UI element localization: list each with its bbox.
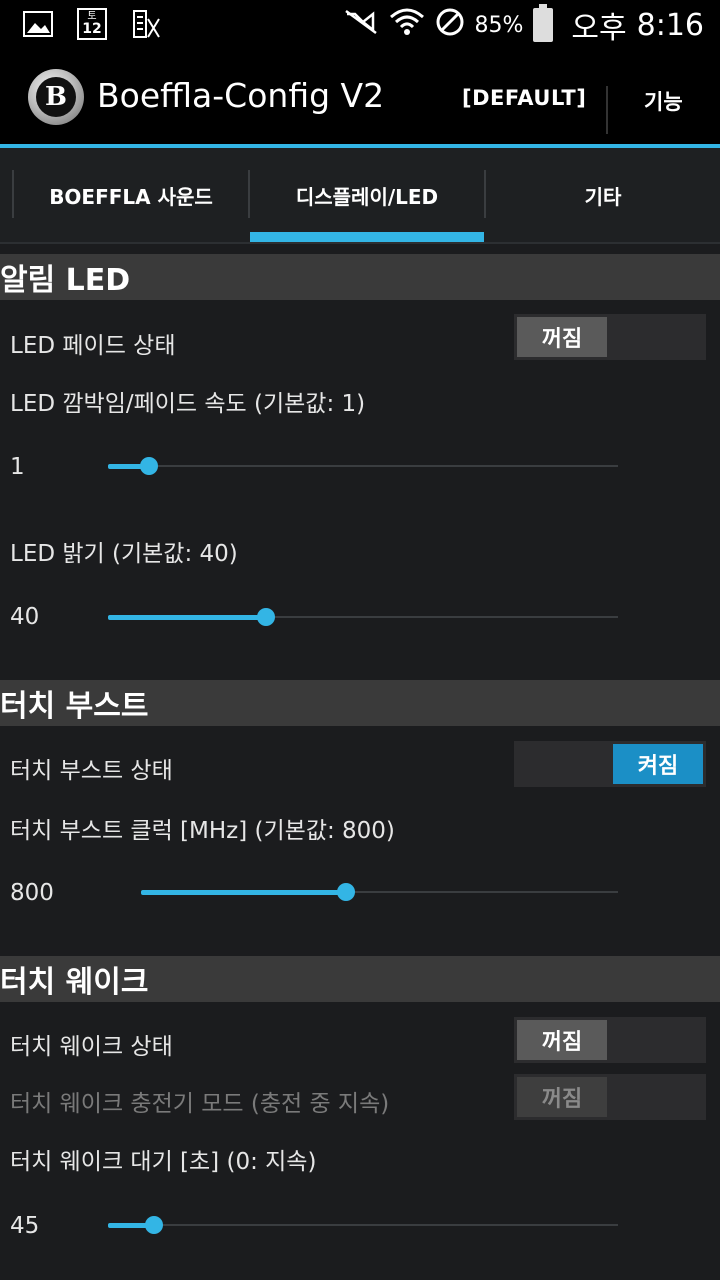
toggle-knob: 꺼짐 bbox=[517, 1077, 607, 1117]
action-bar: B Boeffla-Config V2 [DEFAULT] 기능 bbox=[0, 50, 720, 148]
clock: 8:16 bbox=[636, 7, 704, 43]
slider-fill bbox=[108, 615, 267, 620]
touch-wake-charger-toggle: 꺼짐 bbox=[514, 1074, 706, 1120]
clock-period: 오후 bbox=[571, 11, 627, 46]
calendar-icon: 토 12 bbox=[76, 8, 108, 40]
toggle-knob: 꺼짐 bbox=[517, 1020, 607, 1060]
slider-thumb[interactable] bbox=[337, 883, 356, 901]
toggle-knob: 켜짐 bbox=[613, 744, 703, 784]
section-touch-boost: 터치 부스트 bbox=[0, 680, 720, 726]
tab-boeffla-sound[interactable]: BOEFFLA 사운드 bbox=[14, 148, 248, 242]
touch-wake-charger-label: 터치 웨이크 충전기 모드 (충전 중 지속) bbox=[10, 1091, 390, 1117]
logo-letter: B bbox=[36, 77, 76, 117]
led-speed-label: LED 깜박임/페이드 속도 (기본값: 1) bbox=[10, 391, 366, 417]
led-brightness-label: LED 밝기 (기본값: 40) bbox=[10, 541, 238, 567]
wifi-icon bbox=[389, 7, 425, 44]
tab-bar: BOEFFLA 사운드 디스플레이/LED 기타 bbox=[0, 148, 720, 244]
menu-button[interactable]: 기능 bbox=[644, 86, 683, 116]
gallery-icon bbox=[22, 8, 54, 40]
slider-track bbox=[108, 1224, 618, 1226]
slider-thumb[interactable] bbox=[257, 608, 276, 626]
led-brightness-value: 40 bbox=[10, 604, 40, 630]
led-speed-slider[interactable] bbox=[108, 451, 618, 481]
news-icon bbox=[130, 8, 162, 40]
action-bar-divider bbox=[606, 86, 608, 134]
status-bar: 토 12 85% 오후 8:16 bbox=[0, 0, 720, 50]
section-touch-wake: 터치 웨이크 bbox=[0, 956, 720, 1002]
battery-percent: 85% bbox=[474, 12, 524, 38]
app-title: Boeffla-Config V2 bbox=[97, 76, 385, 115]
led-fade-label: LED 페이드 상태 bbox=[10, 333, 176, 359]
touch-boost-toggle[interactable]: 켜짐 bbox=[514, 741, 706, 787]
touch-wake-toggle[interactable]: 꺼짐 bbox=[514, 1017, 706, 1063]
led-brightness-slider[interactable] bbox=[108, 602, 618, 632]
slider-thumb[interactable] bbox=[139, 457, 158, 475]
tab-etc[interactable]: 기타 bbox=[486, 148, 720, 242]
app-logo-icon[interactable]: B bbox=[28, 69, 84, 125]
touch-boost-clock-value: 800 bbox=[10, 880, 54, 906]
profile-button[interactable]: [DEFAULT] bbox=[462, 86, 586, 110]
slider-fill bbox=[141, 890, 347, 895]
touch-wake-state-label: 터치 웨이크 상태 bbox=[10, 1034, 173, 1060]
touch-wake-timeout-value: 45 bbox=[10, 1213, 40, 1239]
led-fade-toggle[interactable]: 꺼짐 bbox=[514, 314, 706, 360]
touch-boost-clock-slider[interactable] bbox=[141, 877, 618, 907]
blocked-icon bbox=[435, 7, 465, 44]
section-notification-led: 알림 LED bbox=[0, 254, 720, 300]
slider-track bbox=[108, 465, 618, 467]
calendar-day-num: 12 bbox=[82, 21, 102, 37]
toggle-knob: 꺼짐 bbox=[517, 317, 607, 357]
mute-icon bbox=[343, 8, 379, 43]
led-speed-value: 1 bbox=[10, 454, 25, 480]
battery-icon bbox=[533, 4, 554, 42]
tab-display-led[interactable]: 디스플레이/LED bbox=[250, 148, 484, 242]
slider-thumb[interactable] bbox=[144, 1216, 163, 1234]
touch-wake-timeout-slider[interactable] bbox=[108, 1210, 618, 1240]
touch-wake-timeout-label: 터치 웨이크 대기 [초] (0: 지속) bbox=[10, 1149, 317, 1175]
touch-boost-clock-label: 터치 부스트 클럭 [MHz] (기본값: 800) bbox=[10, 818, 395, 844]
touch-boost-state-label: 터치 부스트 상태 bbox=[10, 758, 173, 784]
